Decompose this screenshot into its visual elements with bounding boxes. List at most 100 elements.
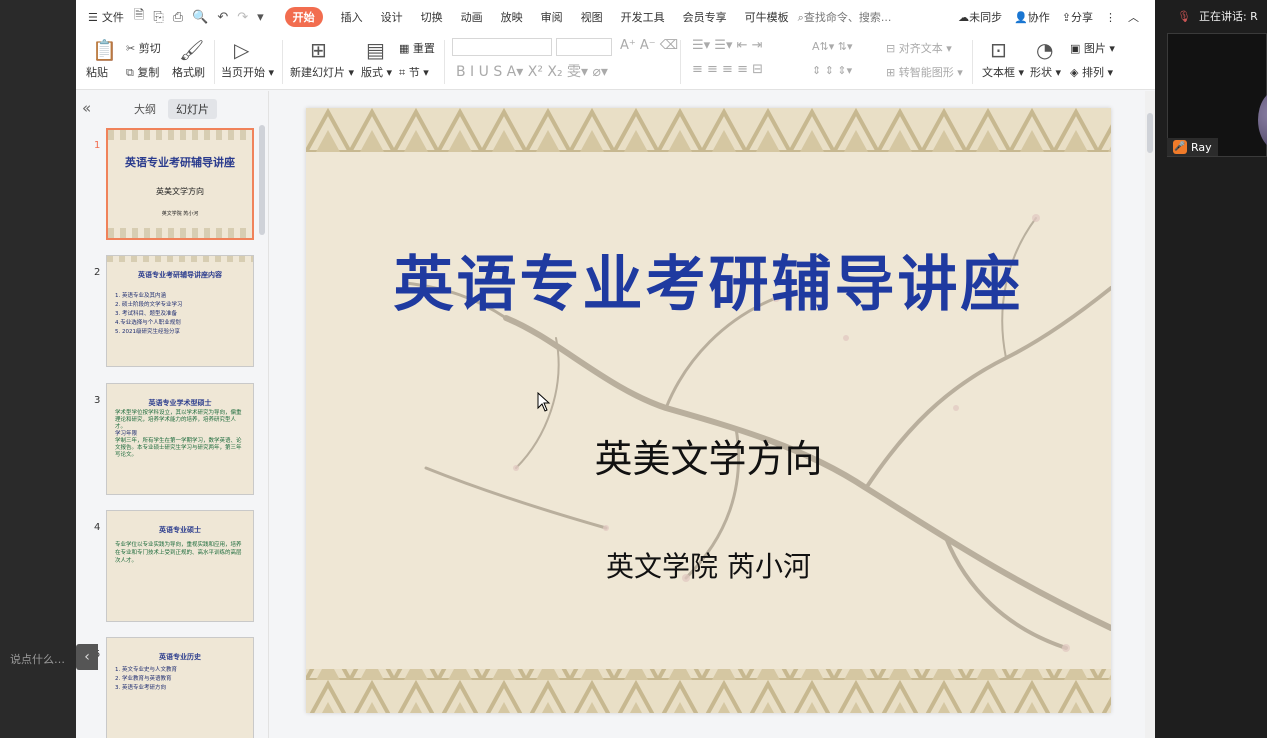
meeting-chat-strip: 说点什么… <box>0 0 76 738</box>
participant-name-tag: 🎤 Ray <box>1167 138 1218 156</box>
command-search-label: 查找命令、搜索... <box>803 11 892 24</box>
smartart-icon: ⊞ <box>886 66 896 79</box>
arrange-button[interactable]: ◈ 排列 ▾ <box>1070 64 1113 80</box>
smart-art-label: 转智能图形 <box>898 66 954 79</box>
slide-author[interactable]: 英文学院 芮小河 <box>306 545 1111 585</box>
export-icon[interactable]: ⎘ <box>153 10 163 25</box>
slide-thumbnail-row[interactable]: 4 英语专业硕士 专业学位以专业实践为导向，重视实践和应用，培养在专业和专门技术… <box>76 510 266 626</box>
list-buttons[interactable]: ☰▾ ☰▾ ⇤ ⇥ <box>692 38 763 53</box>
collapse-ribbon-icon[interactable]: ︿ <box>1128 9 1139 25</box>
tab-insert[interactable]: 插入 <box>341 9 363 25</box>
format-painter-button[interactable]: 格式刷 <box>172 64 205 80</box>
more-icon[interactable]: ⋮ <box>1105 11 1116 24</box>
text-direction-button[interactable]: A⇅▾ ⇅▾ <box>812 40 853 53</box>
play-icon[interactable]: ▷ <box>234 38 249 62</box>
slide-thumbnail[interactable]: 英语专业历史 1. 英文专业史与人文教育 2. 学业教育与英语教育 3. 英语专… <box>106 637 254 738</box>
font-size-buttons[interactable]: A⁺ A⁻ ⌫ <box>620 38 678 53</box>
command-search[interactable]: ⌕查找命令、搜索... <box>798 9 892 25</box>
paste-button[interactable]: 粘贴 <box>86 64 108 80</box>
bottom-border-pattern <box>306 669 1111 713</box>
double-chevron-left-icon[interactable]: « <box>82 99 91 117</box>
cloud-icon: ☁ <box>958 11 970 24</box>
tab-outline[interactable]: 大纲 <box>134 101 156 117</box>
section-button[interactable]: ⌗ 节 ▾ <box>399 64 429 80</box>
canvas-scrollbar[interactable] <box>1145 91 1155 738</box>
avatar <box>1258 90 1267 150</box>
ribbon-toolbar: 📋 粘贴 ✂ 剪切 ⧉ 复制 🖌 格式刷 ▷ 当页开始 ▾ ⊞ 新建幻灯片 ▾ … <box>76 34 1155 90</box>
scrollbar-thumb[interactable] <box>1147 113 1153 153</box>
slide-thumbnail-row[interactable]: 1 英语专业考研辅导讲座 英美文学方向 英文学院 芮小河 <box>76 128 266 244</box>
cut-button[interactable]: ✂ 剪切 <box>126 40 161 56</box>
textbox-icon[interactable]: ⊡ <box>990 38 1007 62</box>
new-slide-icon[interactable]: ⊞ <box>310 38 327 62</box>
font-family-select[interactable] <box>452 38 552 56</box>
slide-panel: « 大纲 幻灯片 1 英语专业考研辅导讲座 英美文学方向 英文学院 芮小河 2 <box>76 91 269 738</box>
textbox-label: 文本框 <box>982 66 1015 79</box>
tab-view[interactable]: 视图 <box>581 9 603 25</box>
new-slide-button[interactable]: 新建幻灯片 ▾ <box>290 64 354 80</box>
tab-transition[interactable]: 切换 <box>421 9 443 25</box>
chat-input[interactable]: 说点什么… <box>10 651 65 667</box>
slide-subtitle[interactable]: 英美文学方向 <box>306 428 1111 483</box>
slide-thumbnail[interactable]: 英语专业考研辅导讲座 英美文学方向 英文学院 芮小河 <box>106 128 254 240</box>
paste-icon[interactable]: 📋 <box>92 38 117 62</box>
slide-thumbnail[interactable]: 英语专业考研辅导讲座内容 1. 英语专业及其内涵 2. 硕士阶段的文学专业学习 … <box>106 255 254 367</box>
sync-button[interactable]: ☁未同步 <box>958 9 1002 25</box>
customize-icon[interactable]: ▾ <box>257 10 264 25</box>
arrange-icon: ◈ <box>1070 66 1079 79</box>
slide-thumbnail-row[interactable]: 5 英语专业历史 1. 英文专业史与人文教育 2. 学业教育与英语教育 3. 英… <box>76 637 266 738</box>
print-icon[interactable]: ⎙ <box>173 10 183 25</box>
textbox-button[interactable]: 文本框 ▾ <box>982 64 1024 80</box>
reset-button[interactable]: ▦ 重置 <box>399 40 435 56</box>
tab-design[interactable]: 设计 <box>381 9 403 25</box>
tab-animation[interactable]: 动画 <box>461 9 483 25</box>
slide-thumbnail[interactable]: 英语专业学术型硕士 学术型学位按学科设立，其以学术研究为导向，偏重理论和研究，培… <box>106 383 254 495</box>
slide-title[interactable]: 英语专业考研辅导讲座 <box>306 236 1111 323</box>
smart-art-button[interactable]: ⊞ 转智能图形 ▾ <box>886 64 963 80</box>
preview-icon[interactable]: 🔍 <box>192 10 208 25</box>
tab-home[interactable]: 开始 <box>284 7 323 27</box>
line-spacing-buttons[interactable]: ⇕ ⇕ ⇕▾ <box>812 64 852 77</box>
slide-thumbnail-row[interactable]: 3 英语专业学术型硕士 学术型学位按学科设立，其以学术研究为导向，偏重理论和研究… <box>76 383 266 499</box>
tab-developer[interactable]: 开发工具 <box>621 9 665 25</box>
align-text-button[interactable]: ⊟ 对齐文本 ▾ <box>886 40 952 56</box>
play-from-current-button[interactable]: 当页开始 ▾ <box>221 64 274 80</box>
slide-thumbnail-row[interactable]: 2 英语专业考研辅导讲座内容 1. 英语专业及其内涵 2. 硕士阶段的文学专业学… <box>76 255 266 371</box>
save-icon[interactable]: 🗎 <box>134 6 144 28</box>
tab-member[interactable]: 会员专享 <box>683 9 727 25</box>
tab-templates[interactable]: 可牛模板 <box>745 9 789 25</box>
thumbnail-title: 英语专业历史 <box>159 653 201 661</box>
redo-icon[interactable]: ↷ <box>237 10 248 25</box>
shape-button[interactable]: 形状 ▾ <box>1030 64 1061 80</box>
layout-label: 版式 <box>361 66 383 79</box>
layout-button[interactable]: 版式 ▾ <box>361 64 392 80</box>
paragraph-align-buttons[interactable]: ≡ ≡ ≡ ≡ ⊟ <box>692 62 763 77</box>
thumbnail-line: 学习年限 <box>115 431 138 437</box>
speaking-label: 正在讲话: R <box>1198 10 1258 23</box>
thumbnail-line: 5. 2021级研究生经验分享 <box>115 329 180 335</box>
picture-button[interactable]: ▣ 图片 ▾ <box>1070 40 1115 56</box>
tab-slideshow[interactable]: 放映 <box>501 9 523 25</box>
copy-button[interactable]: ⧉ 复制 <box>126 64 159 80</box>
file-menu[interactable]: ☰ 文件 <box>88 9 124 25</box>
format-painter-icon[interactable]: 🖌 <box>179 38 204 62</box>
share-button[interactable]: ⇪分享 <box>1062 9 1093 25</box>
collab-button[interactable]: 👤协作 <box>1014 9 1050 25</box>
slide-thumbnail[interactable]: 英语专业硕士 专业学位以专业实践为导向，重视实践和应用，培养在专业和专门技术上受… <box>106 510 254 622</box>
thumbnail-content: 1. 英语专业及其内涵 2. 硕士阶段的文学专业学习 3. 考试科目、题型及准备… <box>115 292 245 337</box>
thumbnail-line: 1. 英语专业及其内涵 <box>115 293 166 299</box>
shape-icon[interactable]: ◔ <box>1036 38 1053 62</box>
slide-number: 3 <box>94 395 101 406</box>
meeting-panel: 🎙 正在讲话: R 🎤 Ray <box>1155 0 1267 738</box>
font-style-buttons[interactable]: B I U S A▾ X² X₂ 雯▾ ⌀▾ <box>456 61 608 81</box>
current-slide[interactable]: 英语专业考研辅导讲座 英美文学方向 英文学院 芮小河 <box>306 108 1111 713</box>
chevron-left-icon[interactable]: ‹ <box>76 644 98 670</box>
tab-review[interactable]: 审阅 <box>541 9 563 25</box>
thumbnail-line: 学制三年，所有学生在第一学期学习，数学英语、论文报告。本专业硕士研究生学习与研究… <box>115 438 242 458</box>
ribbon-separator <box>214 40 215 84</box>
thumbnail-title: 英语专业考研辅导讲座内容 <box>138 271 222 279</box>
layout-icon[interactable]: ▤ <box>366 38 385 62</box>
tab-slides[interactable]: 幻灯片 <box>168 99 217 119</box>
undo-icon[interactable]: ↶ <box>217 10 228 25</box>
font-size-select[interactable] <box>556 38 612 56</box>
